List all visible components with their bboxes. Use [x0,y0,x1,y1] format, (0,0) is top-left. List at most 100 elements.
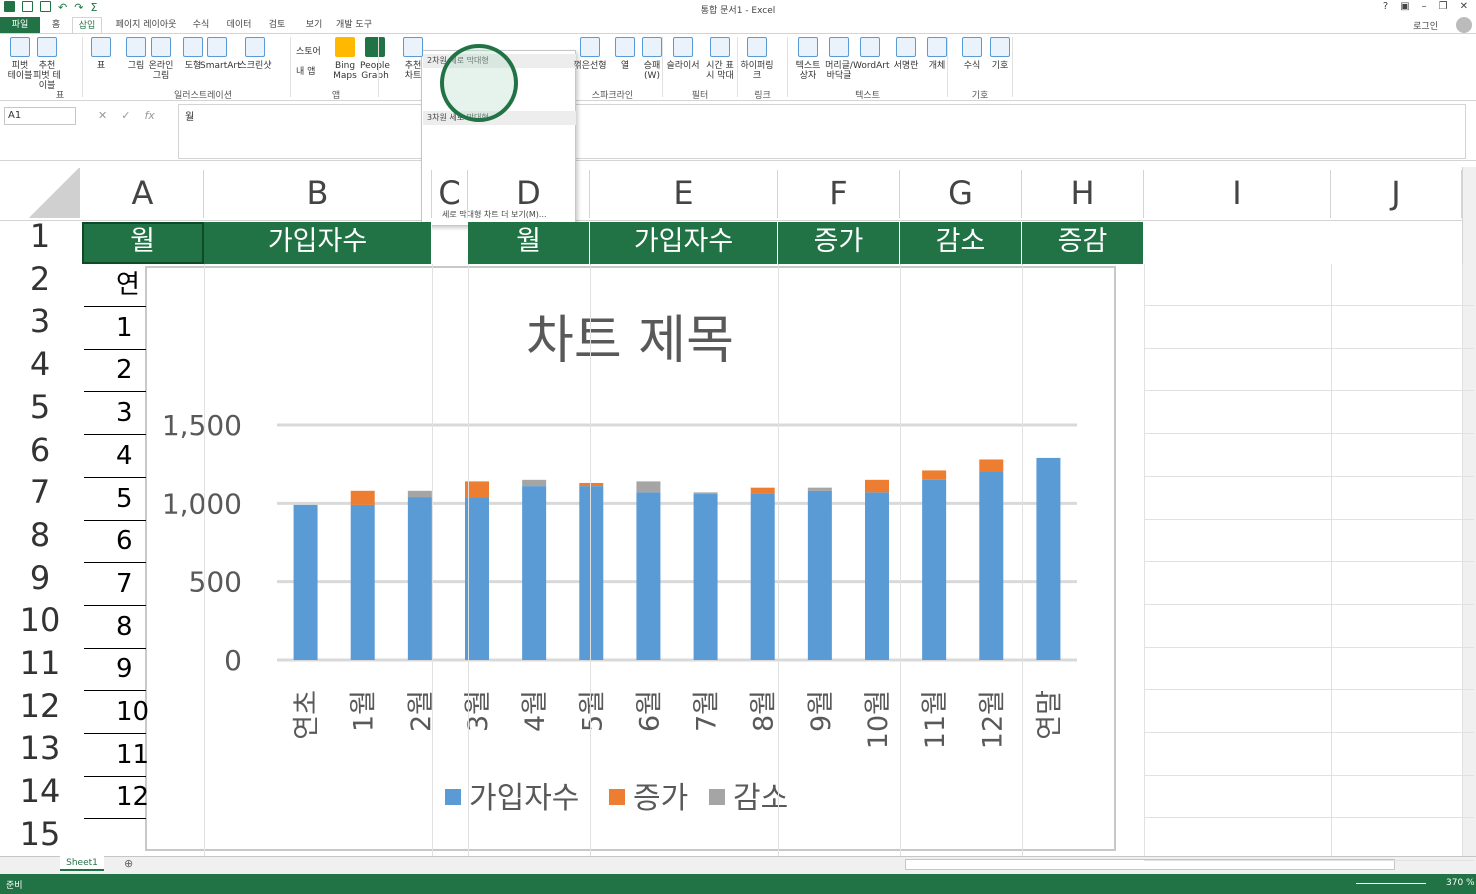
row-header-9[interactable]: 9 [0,557,80,599]
bar-가입자수[interactable] [293,504,318,660]
bar-가입자수[interactable] [522,486,547,660]
row-header-8[interactable]: 8 [0,514,80,556]
ribbon-button-2[interactable]: 표 [84,37,118,71]
ribbon-button-14[interactable]: 하이퍼링크 [740,37,774,81]
ribbon-button-17[interactable]: WordArt [853,37,890,71]
bar-증가[interactable] [750,487,775,494]
tab-8[interactable]: 개발 도구 [332,17,376,33]
cell-a[interactable]: 12 [84,777,149,820]
tab-3[interactable]: 페이지 레이아웃 [110,17,182,33]
close-icon[interactable]: ✕ [1460,1,1468,12]
cell-a[interactable]: 2 [84,350,146,393]
login-link[interactable]: 로그인 [1413,19,1438,32]
cell-a[interactable]: 7 [84,564,146,606]
name-box[interactable]: A1 [4,107,76,125]
3d-stacked-column-icon[interactable] [470,133,494,155]
help-icon[interactable]: ? [1383,1,1388,12]
bar-증가[interactable] [579,482,604,487]
row-header-6[interactable]: 6 [0,429,80,471]
bar-감소[interactable] [693,492,718,494]
bar-가입자수[interactable] [750,493,775,660]
formula-input[interactable]: 월 [178,104,1466,159]
ribbon-button-15[interactable]: 텍스트 상자 [791,37,825,81]
column-header-F[interactable]: F [778,170,900,218]
cancel-icon[interactable]: ✕ [98,109,107,122]
column-header-B[interactable]: B [204,170,432,218]
cell-a[interactable]: 1 [84,308,146,350]
3d-percent-column-icon[interactable] [510,133,534,155]
legend-label[interactable]: 가입자수 [469,781,579,816]
row-header-3[interactable]: 3 [0,300,80,342]
chart[interactable]: 차트 제목 0 500 1,000 1,500 연초 1월 2월 3월 4월 5월 6월 7월 8월 9월 1… [145,266,1116,851]
bar-가입자수[interactable] [579,486,604,660]
vertical-scrollbar[interactable] [1462,167,1476,856]
enter-icon[interactable]: ✓ [121,109,130,122]
function-icon[interactable]: fx [144,109,154,122]
row-header-2[interactable]: 2 [0,258,80,300]
cell-a[interactable]: 8 [84,607,146,649]
header-cell[interactable]: 가입자수 [204,222,432,264]
row-header-10[interactable]: 10 [0,599,80,641]
bar-감소[interactable] [807,487,832,491]
zoom-level[interactable]: 370 % [1446,878,1475,888]
row-header-14[interactable]: 14 [0,770,80,812]
tab-1[interactable]: 홈 [44,17,68,33]
bar-가입자수[interactable] [636,492,661,660]
bar-가입자수[interactable] [350,504,375,660]
bar-증가[interactable] [865,479,889,493]
bar-가입자수[interactable] [807,490,832,660]
ribbon-button-7[interactable]: 스크린샷 [238,37,272,71]
chart-title[interactable]: 차트 제목 [526,311,734,371]
cell-a[interactable]: 3 [84,393,146,436]
bar-증가[interactable] [979,459,1004,472]
ribbon-button-18[interactable]: 서명란 [889,37,923,71]
bar-가입자수[interactable] [407,497,432,660]
sheet-tab[interactable]: Sheet1 [60,856,104,871]
ribbon-button-11[interactable]: 승패 (W) [635,37,669,81]
tab-4[interactable]: 수식 [185,17,217,33]
legend-label[interactable]: 증가 [633,781,688,816]
row-header-7[interactable]: 7 [0,471,80,513]
bar-감소[interactable] [522,479,547,487]
ribbon-button-6[interactable]: SmartArt [200,37,241,71]
tab-6[interactable]: 검토 [262,17,292,33]
ribbon-button-9[interactable]: 꺾은선형 [573,37,607,71]
tab-0[interactable]: 파일 [0,17,40,33]
ribbon-button-12[interactable]: 슬라이서 [666,37,700,71]
column-header-H[interactable]: H [1022,170,1144,218]
cell-a[interactable]: 10 [84,692,149,734]
bar-증가[interactable] [922,470,947,480]
bar-가입자수[interactable] [979,472,1004,660]
column-header-A[interactable]: A [82,170,204,218]
header-cell[interactable]: 증감 [1022,222,1144,264]
ribbon-button-8[interactable]: 추천 차트 [396,37,430,81]
column-header-G[interactable]: G [900,170,1022,218]
bar-가입자수[interactable] [865,492,889,660]
app-1[interactable]: 내 앱 [296,64,315,77]
column-header-E[interactable]: E [590,170,778,218]
header-cell[interactable]: 가입자수 [590,222,778,264]
column-header-C[interactable]: C [432,170,468,218]
ribbon-button-19[interactable]: 개체 [920,37,954,71]
bar-가입자수[interactable] [693,493,718,660]
row-header-5[interactable]: 5 [0,386,80,428]
ribbon-button-1[interactable]: 추천 피벗 테이블 [30,37,64,91]
app-button-1[interactable]: People Graph [360,37,390,81]
row-header-12[interactable]: 12 [0,685,80,727]
zoom-slider[interactable] [1356,883,1426,884]
column-header-J[interactable]: J [1331,170,1462,218]
add-sheet-icon[interactable]: ⊕ [124,857,133,870]
ribbon-button-4[interactable]: 온라인 그림 [144,37,178,81]
ribbon-display-icon[interactable]: ▣ [1400,1,1409,12]
tab-5[interactable]: 데이터 [220,17,258,33]
legend-label[interactable]: 감소 [733,781,788,816]
cell-a[interactable]: 6 [84,521,146,564]
3d-clustered-column-icon[interactable] [430,133,454,155]
header-cell[interactable]: 증가 [778,222,900,264]
app-button-0[interactable]: Bing Maps [330,37,360,81]
row-header-1[interactable]: 1 [0,215,80,257]
bar-감소[interactable] [407,490,432,498]
bar-감소[interactable] [636,481,661,493]
row-header-13[interactable]: 13 [0,727,80,769]
row-header-15[interactable]: 15 [0,813,80,855]
